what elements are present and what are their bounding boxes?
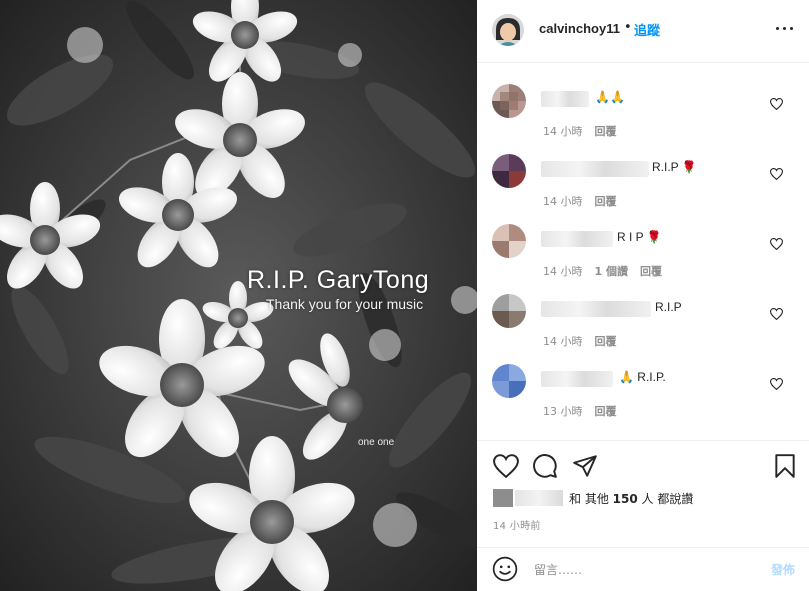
liker-name-blurred[interactable] — [515, 490, 563, 506]
like-comment-heart-icon[interactable] — [770, 308, 783, 320]
post-header: calvinchoy11 • 追蹤 — [477, 0, 809, 63]
like-comment-heart-icon[interactable] — [770, 168, 783, 180]
like-comment-heart-icon[interactable] — [770, 98, 783, 110]
reply-button[interactable]: 回覆 — [595, 405, 617, 418]
list-item: R.I.P 🌹 14 小時 回覆 — [477, 133, 809, 208]
bookmark-save-icon[interactable] — [772, 453, 798, 479]
photo-caption-title: R.I.P. GaryTong — [247, 266, 430, 294]
commenter-name-blurred[interactable] — [541, 371, 613, 387]
commenter-name-blurred[interactable] — [541, 91, 589, 107]
comment-text: 🙏 R.I.P. — [619, 370, 666, 384]
like-comment-heart-icon[interactable] — [770, 238, 783, 250]
share-send-icon[interactable] — [572, 453, 598, 479]
username-link[interactable]: calvinchoy11 — [539, 21, 620, 36]
list-item: 🙏🙏 14 小時 回覆 — [477, 63, 809, 138]
commenter-avatar[interactable] — [492, 84, 526, 118]
commenter-name-blurred[interactable] — [541, 231, 613, 247]
comment-text: 🙏🙏 — [595, 90, 625, 104]
post-photo[interactable]: R.I.P. GaryTong Thank you for your music… — [0, 0, 477, 591]
post-actions: 和 其他 150 人 都說讚 14 小時前 — [477, 440, 809, 551]
post-comment-button[interactable]: 發佈 — [771, 561, 795, 578]
post-side-panel: calvinchoy11 • 追蹤 🙏🙏 14 小時 回覆 R.I.P 🌹 14… — [477, 0, 809, 591]
commenter-avatar[interactable] — [492, 224, 526, 258]
liker-avatar[interactable] — [493, 489, 513, 507]
more-options-icon[interactable] — [775, 20, 795, 36]
commenter-name-blurred[interactable] — [541, 301, 651, 317]
list-item: R.I.P 14 小時 回覆 — [477, 273, 809, 348]
likes-summary[interactable]: 和 其他 150 人 都說讚 — [493, 489, 803, 507]
comment-bubble-icon[interactable] — [532, 453, 558, 479]
commenter-avatar[interactable] — [492, 294, 526, 328]
comment-text: R I P 🌹 — [617, 230, 662, 244]
commenter-name-blurred[interactable] — [541, 161, 649, 177]
separator-dot: • — [624, 20, 632, 35]
add-comment-bar: 發佈 — [477, 547, 809, 591]
list-item: 🙏 R.I.P. 13 小時 回覆 — [477, 343, 809, 418]
comment-input[interactable] — [534, 560, 734, 580]
photo-caption-subtitle: Thank you for your music — [266, 296, 424, 312]
likes-count: 150 — [612, 492, 638, 506]
like-heart-icon[interactable] — [493, 453, 519, 479]
follow-button[interactable]: 追蹤 — [634, 20, 660, 39]
commenter-avatar[interactable] — [492, 364, 526, 398]
list-item: R I P 🌹 14 小時 1 個讚 回覆 — [477, 203, 809, 278]
emoji-icon[interactable] — [492, 556, 518, 582]
avatar[interactable] — [492, 14, 524, 46]
comment-meta: 13 小時 回覆 — [543, 403, 629, 419]
photo-signature: one one — [358, 437, 395, 448]
comment-text: R.I.P — [655, 300, 682, 314]
comment-text: R.I.P 🌹 — [652, 160, 697, 174]
comments-list[interactable]: 🙏🙏 14 小時 回覆 R.I.P 🌹 14 小時 回覆 R I P 🌹 14 … — [477, 63, 809, 440]
commenter-avatar[interactable] — [492, 154, 526, 188]
comment-time[interactable]: 13 小時 — [543, 405, 583, 418]
like-comment-heart-icon[interactable] — [770, 378, 783, 390]
post-time-ago[interactable]: 14 小時前 — [493, 517, 541, 532]
likes-text[interactable]: 和 其他 150 人 都說讚 — [569, 490, 693, 507]
